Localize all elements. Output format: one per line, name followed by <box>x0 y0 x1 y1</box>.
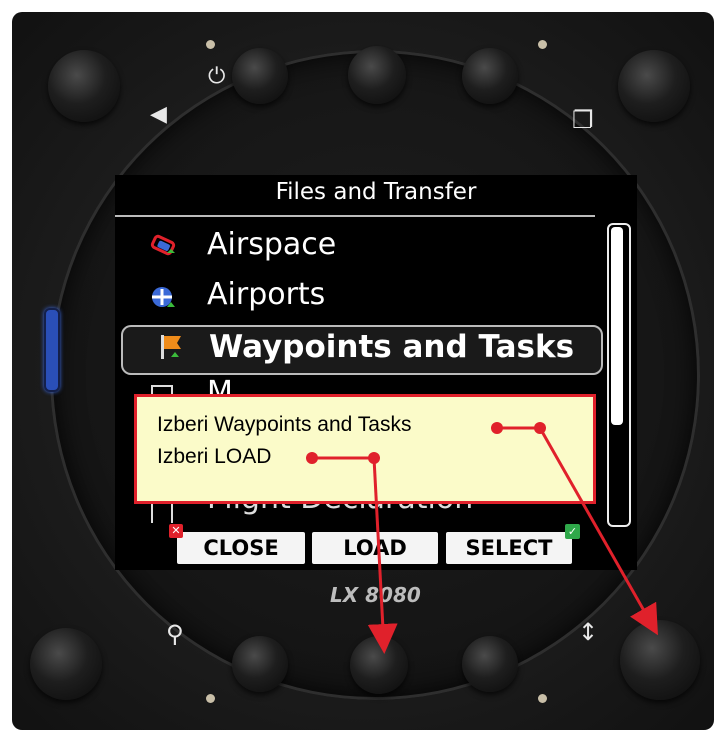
list-item-label: Airports <box>207 277 326 312</box>
zoom-icon: ⚲ <box>166 620 184 648</box>
corner-knob-top-left[interactable] <box>48 50 120 122</box>
airspace-icon <box>150 234 176 256</box>
top-button-middle[interactable] <box>348 46 406 104</box>
check-icon: ✓ <box>565 524 580 539</box>
close-button[interactable]: CLOSE <box>177 532 305 564</box>
airport-icon <box>152 287 175 307</box>
indicator-dot-top-right <box>538 40 547 49</box>
brand-logo: LX 8080 <box>330 583 421 607</box>
close-x-icon: ✕ <box>169 524 183 538</box>
top-button-right[interactable] <box>462 48 518 104</box>
list-item-airspace[interactable]: Airspace <box>115 225 595 271</box>
corner-knob-bottom-left[interactable] <box>30 628 102 700</box>
rotary-knob-bottom-right[interactable] <box>620 620 700 700</box>
display-screen: Files and Transfer Airspace Airports Way… <box>115 175 637 570</box>
annotation-callout: Izberi Waypoints and Tasks Izberi LOAD <box>134 394 596 504</box>
title-divider <box>115 215 595 217</box>
list-item-label: Airspace <box>207 227 337 262</box>
scrollbar-thumb[interactable] <box>611 227 623 425</box>
updown-arrow-icon: ↕ <box>578 618 599 646</box>
pages-icon: ❐ <box>572 106 594 134</box>
annotation-line-1: Izberi Waypoints and Tasks <box>157 413 412 436</box>
annotation-line-2: Izberi LOAD <box>157 445 272 468</box>
bottom-button-right[interactable] <box>462 636 518 692</box>
bottom-button-middle[interactable] <box>350 636 408 694</box>
power-icon: ⏻ <box>208 64 226 89</box>
indicator-dot-bottom-left <box>206 694 215 703</box>
select-button[interactable]: SELECT <box>446 532 572 564</box>
list-item-waypoints-selected[interactable]: Waypoints and Tasks <box>121 325 603 375</box>
page-title: Files and Transfer <box>275 179 477 205</box>
corner-knob-top-right[interactable] <box>618 50 690 122</box>
load-button[interactable]: LOAD <box>312 532 438 564</box>
scrollbar[interactable] <box>607 223 631 527</box>
indicator-dot-bottom-right <box>538 694 547 703</box>
top-button-left[interactable] <box>232 48 288 104</box>
flag-icon <box>161 335 181 359</box>
list-item-airports[interactable]: Airports <box>115 275 595 321</box>
indicator-dot-top-left <box>206 40 215 49</box>
status-lamp <box>44 308 60 392</box>
volume-icon: ◀ <box>150 102 167 127</box>
list-item-label: Waypoints and Tasks <box>209 329 575 365</box>
bottom-button-left[interactable] <box>232 636 288 692</box>
